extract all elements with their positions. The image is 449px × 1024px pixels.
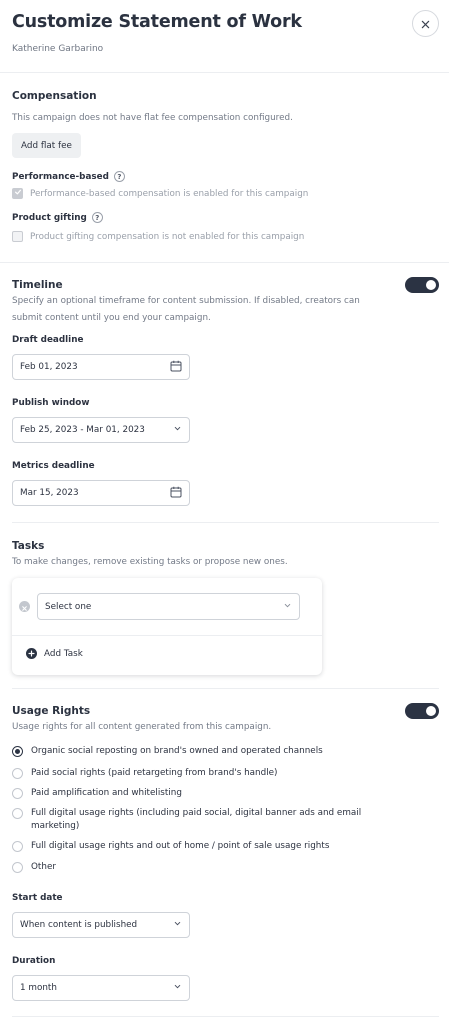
- radio-button[interactable]: [12, 768, 23, 779]
- add-task-label: Add Task: [44, 648, 83, 659]
- performance-checkbox-row: Performance-based compensation is enable…: [12, 188, 308, 199]
- timeline-heading: Timeline: [12, 279, 63, 291]
- usage-rights-description: Usage rights for all content generated f…: [12, 722, 272, 732]
- draft-deadline-label: Draft deadline: [12, 335, 84, 345]
- duration-select[interactable]: 1 month: [12, 975, 190, 1001]
- start-date-label: Start date: [12, 893, 63, 903]
- remove-task-button[interactable]: [19, 601, 30, 612]
- close-icon: [421, 14, 430, 33]
- toggle-knob: [426, 706, 436, 716]
- section-divider: [12, 522, 439, 523]
- usage-rights-toggle[interactable]: [405, 703, 439, 719]
- performance-based-text: Performance-based: [12, 172, 109, 182]
- plus-circle-icon: [26, 648, 37, 659]
- remove-circle-icon: [21, 597, 28, 616]
- section-divider: [12, 688, 439, 689]
- performance-based-label: Performance-based?: [12, 171, 125, 182]
- start-date-value: When content is published: [20, 920, 138, 930]
- toggle-knob: [426, 280, 436, 290]
- calendar-icon: [170, 360, 182, 375]
- draft-deadline-value: Feb 01, 2023: [20, 362, 78, 372]
- close-button[interactable]: [412, 10, 439, 37]
- compensation-heading: Compensation: [12, 90, 97, 102]
- usage-option-label: Full digital usage rights and out of hom…: [31, 841, 330, 851]
- add-flat-fee-button[interactable]: Add flat fee: [12, 133, 81, 158]
- header-divider: [0, 72, 449, 73]
- task-card: Select one Add Task: [12, 578, 322, 675]
- product-gifting-text: Product gifting: [12, 213, 87, 223]
- draft-deadline-input[interactable]: Feb 01, 2023: [12, 354, 190, 380]
- task-select-value: Select one: [45, 601, 92, 612]
- task-card-divider: [12, 635, 322, 636]
- performance-status-text: Performance-based compensation is enable…: [30, 188, 309, 199]
- usage-rights-heading: Usage Rights: [12, 705, 91, 717]
- usage-option-label: Organic social reposting on brand's owne…: [31, 746, 323, 756]
- checkmark-icon: [14, 188, 22, 199]
- publish-window-select[interactable]: Feb 25, 2023 - Mar 01, 2023: [12, 417, 190, 443]
- help-icon[interactable]: ?: [91, 212, 103, 223]
- gifting-checkbox-row: Product gifting compensation is not enab…: [12, 231, 304, 242]
- timeline-description-1: Specify an optional timeframe for conten…: [12, 296, 360, 306]
- add-task-button[interactable]: Add Task: [26, 648, 83, 659]
- compensation-note: This campaign does not have flat fee com…: [12, 113, 293, 123]
- radio-button[interactable]: [12, 746, 23, 757]
- chevron-down-icon: [173, 424, 182, 436]
- usage-option-label: Full digital usage rights (including pai…: [31, 808, 362, 831]
- tasks-description: To make changes, remove existing tasks o…: [12, 557, 288, 567]
- usage-option-radio[interactable]: Organic social reposting on brand's owne…: [12, 745, 323, 758]
- radio-button[interactable]: [12, 862, 23, 873]
- metrics-deadline-label: Metrics deadline: [12, 461, 95, 471]
- usage-option-label: Paid amplification and whitelisting: [31, 788, 182, 798]
- radio-button[interactable]: [12, 841, 23, 852]
- usage-option-radio[interactable]: Other: [12, 861, 56, 874]
- timeline-description-2: submit content until you end your campai…: [12, 313, 211, 323]
- calendar-icon: [170, 486, 182, 501]
- creator-name: Katherine Garbarino: [12, 44, 104, 54]
- radio-button[interactable]: [12, 788, 23, 799]
- usage-option-label: Other: [31, 862, 56, 872]
- metrics-deadline-value: Mar 15, 2023: [20, 488, 79, 498]
- usage-option-radio[interactable]: Full digital usage rights and out of hom…: [12, 840, 329, 853]
- performance-checkbox: [12, 188, 23, 199]
- usage-option-label: Paid social rights (paid retargeting fro…: [31, 768, 278, 778]
- metrics-deadline-input[interactable]: Mar 15, 2023: [12, 480, 190, 506]
- start-date-select[interactable]: When content is published: [12, 912, 190, 938]
- task-select[interactable]: Select one: [37, 593, 300, 620]
- timeline-toggle[interactable]: [405, 277, 439, 293]
- help-icon[interactable]: ?: [113, 171, 125, 182]
- gifting-status-text: Product gifting compensation is not enab…: [30, 231, 305, 242]
- duration-value: 1 month: [20, 983, 57, 993]
- usage-option-radio[interactable]: Paid amplification and whitelisting: [12, 787, 182, 800]
- section-divider: [0, 262, 449, 263]
- chevron-down-icon: [173, 982, 182, 994]
- chevron-down-icon: [283, 601, 292, 613]
- publish-window-label: Publish window: [12, 398, 90, 408]
- product-gifting-label: Product gifting?: [12, 212, 103, 223]
- usage-option-radio[interactable]: Paid social rights (paid retargeting fro…: [12, 767, 278, 780]
- tasks-heading: Tasks: [12, 540, 45, 552]
- section-divider: [12, 1016, 439, 1017]
- radio-button[interactable]: [12, 808, 23, 819]
- page-title: Customize Statement of Work: [12, 12, 302, 32]
- usage-option-radio[interactable]: Full digital usage rights (including pai…: [12, 807, 382, 833]
- duration-label: Duration: [12, 956, 56, 966]
- gifting-checkbox: [12, 231, 23, 242]
- publish-window-value: Feb 25, 2023 - Mar 01, 2023: [20, 425, 145, 435]
- chevron-down-icon: [173, 919, 182, 931]
